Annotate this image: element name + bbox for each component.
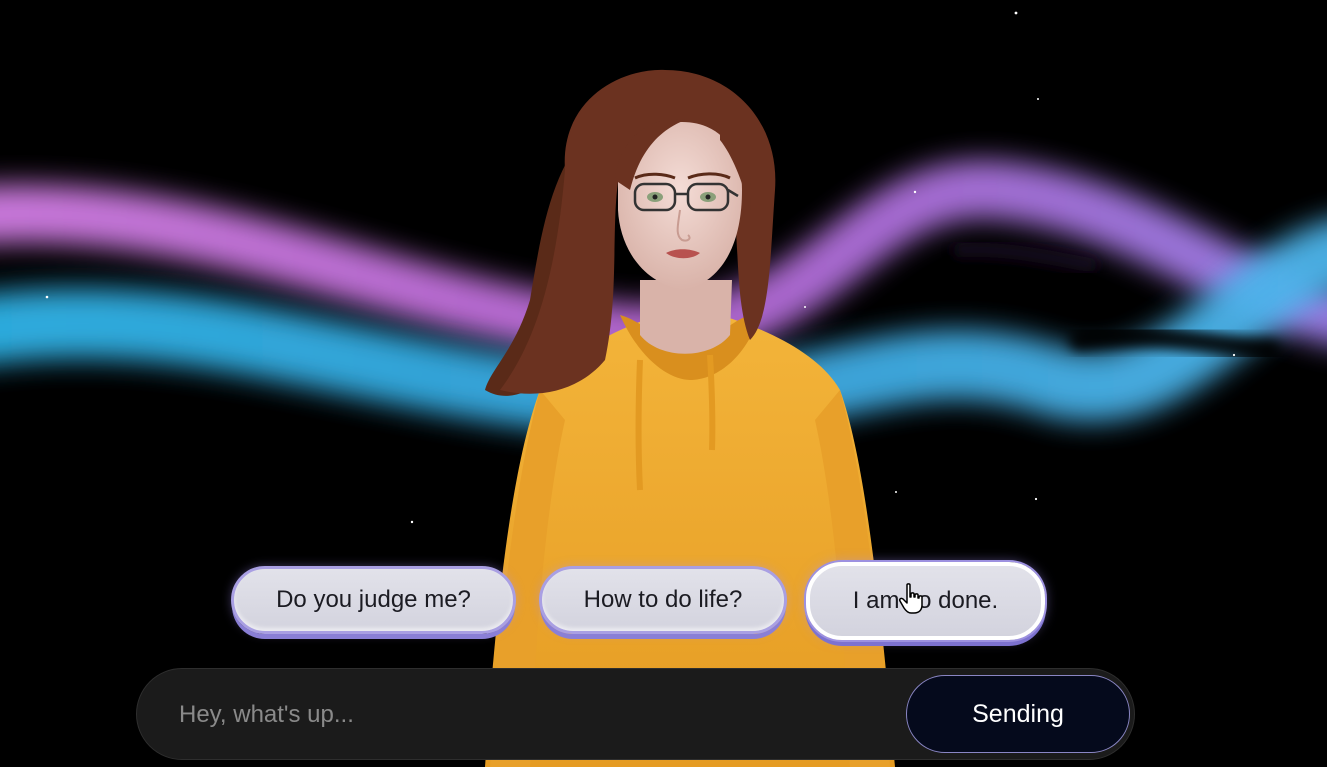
suggestion-chip-judge[interactable]: Do you judge me? bbox=[231, 566, 516, 634]
suggestion-chip-label: Do you judge me? bbox=[276, 586, 471, 613]
send-button-label: Sending bbox=[972, 699, 1064, 728]
suggestion-chip-label: How to do life? bbox=[583, 586, 743, 613]
chat-input-bar: Sending bbox=[136, 668, 1135, 761]
message-input[interactable] bbox=[177, 669, 901, 761]
suggestion-chip-life[interactable]: How to do life? bbox=[539, 566, 787, 634]
suggestion-chip-done[interactable]: I am so done. bbox=[806, 562, 1045, 640]
send-button[interactable]: Sending bbox=[906, 675, 1130, 753]
avatar-character bbox=[485, 69, 895, 767]
suggestion-chip-label: I am so done. bbox=[852, 587, 999, 614]
avatar-chat-scene: Do you judge me? How to do life? I am so… bbox=[0, 0, 1327, 767]
